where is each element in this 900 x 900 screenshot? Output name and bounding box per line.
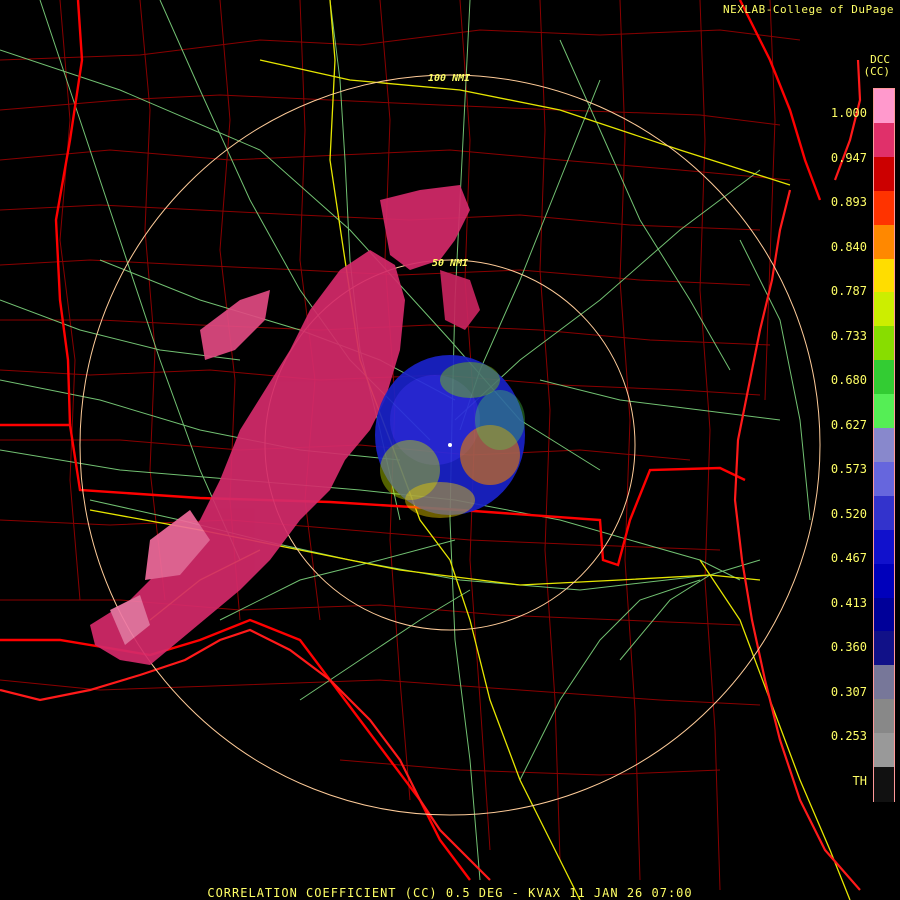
legend-stripe (874, 156, 894, 192)
legend-tick-label: 1.000 (830, 106, 867, 120)
legend-tick-label: 0.787 (830, 284, 867, 298)
legend-tick-label: 0.573 (830, 462, 867, 476)
legend-tick-label: 0.467 (830, 551, 867, 565)
radar-map (0, 0, 900, 900)
legend-stripe (874, 428, 894, 463)
legend-tick-label: 0.840 (830, 239, 867, 254)
product-code-line2: (CC) (863, 65, 891, 78)
legend-tick-label: 0.733 (830, 328, 867, 343)
legend-stripe (874, 292, 894, 328)
legend-stripe (874, 495, 894, 531)
legend-tick-label: 0.680 (830, 373, 867, 387)
legend-tick-label: 0.413 (830, 595, 867, 610)
legend-tick-label: 0.627 (830, 417, 867, 432)
legend-stripe (874, 394, 894, 430)
legend-stripe (874, 89, 894, 124)
credit-text: NEXLAB-College of DuPage (723, 3, 894, 16)
legend-tick-label: 0.893 (830, 195, 867, 209)
legend-stripe (874, 122, 894, 158)
legend-tick-label: TH (852, 773, 867, 788)
legend-stripe (874, 326, 894, 362)
legend-stripe (874, 699, 894, 735)
legend-tick-label: 0.307 (830, 684, 867, 699)
legend-stripe (874, 224, 894, 260)
ring-label-inner: 50 NMI (432, 258, 469, 269)
ring-label-outer: 100 NMI (428, 73, 471, 84)
legend-stripe (874, 258, 894, 294)
legend-tick-label: 0.253 (830, 729, 867, 743)
legend-tick-label: 0.947 (830, 150, 867, 165)
legend-stripe (874, 360, 894, 396)
color-legend (873, 88, 895, 802)
legend-stripe (874, 597, 894, 633)
radar-site-marker (448, 443, 452, 447)
legend-tick-label: 0.520 (830, 506, 867, 521)
legend-stripe (874, 733, 894, 769)
legend-tick-label: 0.360 (830, 640, 867, 654)
legend-stripe (874, 665, 894, 701)
product-title: CORRELATION COEFFICIENT (CC) 0.5 DEG - K… (207, 886, 693, 900)
legend-stripe (874, 529, 894, 565)
legend-stripe (874, 563, 894, 599)
legend-stripe (874, 461, 894, 497)
legend-stripe (874, 631, 894, 667)
legend-stripe (874, 767, 894, 802)
legend-stripe (874, 190, 894, 226)
product-code: DCC (CC) (864, 54, 891, 78)
